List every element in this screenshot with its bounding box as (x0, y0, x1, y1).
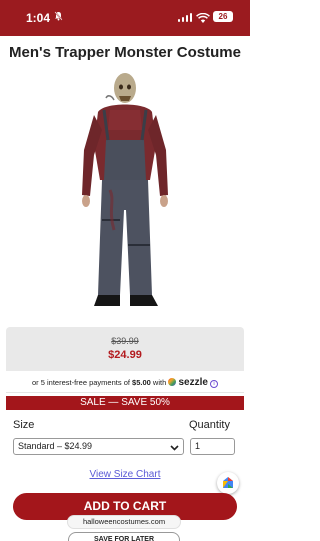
chevron-down-icon (170, 442, 179, 451)
installments-text: or 5 interest-free payments of (31, 378, 130, 387)
installments-with: with (152, 378, 167, 387)
sezzle-installments[interactable]: or 5 interest-free payments of $5.00 wit… (6, 373, 244, 393)
browser-url-bar[interactable]: halloweencostumes.com (67, 515, 181, 529)
signal-icon (178, 12, 192, 22)
price-panel: $39.99 $24.99 (6, 327, 244, 371)
size-label: Size (13, 419, 35, 431)
quantity-label: Quantity (189, 419, 230, 431)
installment-amount: $5.00 (132, 378, 151, 387)
size-select-value: Standard – $24.99 (18, 441, 93, 451)
sale-price: $24.99 (108, 349, 142, 361)
size-select[interactable]: Standard – $24.99 (13, 438, 184, 455)
quantity-input[interactable]: 1 (190, 438, 235, 455)
sezzle-logo-icon (168, 378, 177, 386)
costume-photo[interactable] (70, 70, 180, 315)
battery-icon: 26 (213, 11, 233, 22)
floating-assistant-button[interactable] (217, 472, 239, 494)
sezzle-logo: sezzle (178, 377, 208, 388)
original-price: $39.99 (111, 336, 139, 346)
product-title: Men's Trapper Monster Costume (9, 44, 241, 61)
bell-slash-icon (54, 11, 63, 24)
status-bar: 1:04 26 (0, 0, 250, 36)
save-for-later-button[interactable]: SAVE FOR LATER (68, 532, 180, 541)
view-size-chart-link[interactable]: View Size Chart (0, 469, 250, 480)
status-time: 1:04 (26, 11, 51, 25)
info-icon[interactable]: i (210, 380, 219, 388)
sale-banner: SALE — SAVE 50% (6, 396, 244, 410)
wifi-icon (196, 11, 210, 23)
